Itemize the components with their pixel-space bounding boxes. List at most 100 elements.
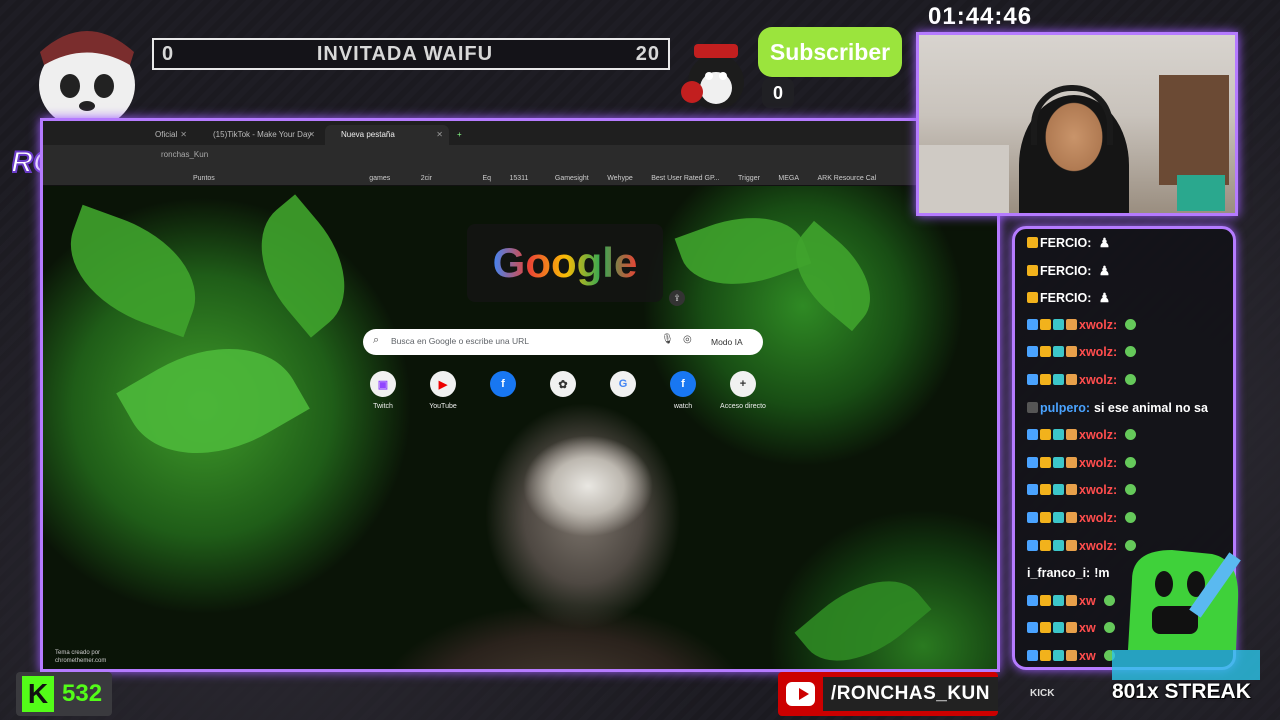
shortcut-facebook[interactable]: f [473,371,533,403]
crown-icon [1027,237,1038,248]
kick-follower-counter: K 532 [16,672,112,716]
chat-username[interactable]: pulpero: [1040,401,1090,415]
frog-emote-icon [1125,484,1137,496]
google-logo: Google [492,239,638,286]
close-icon[interactable]: ✕ [436,125,443,145]
bookmark-item[interactable]: 2cir [421,170,432,185]
youtube-banner: /RONCHAS_KUN [778,672,998,716]
badge-icon [1053,456,1064,468]
share-icon[interactable]: ⇪ [669,290,685,306]
wrench-icon [1027,429,1038,441]
tab-oficial[interactable]: Oficial ✕ [139,125,193,145]
bookmark-item[interactable]: Trigger [738,170,760,185]
bookmark-item[interactable]: Wehype [607,170,633,185]
chat-username[interactable]: xw [1079,594,1096,608]
search-placeholder: Busca en Google o escribe una URL [391,336,529,346]
crown-icon [1027,292,1038,304]
bookmark-item[interactable]: Best User Rated GP... [651,170,719,185]
badge-icon [1053,539,1064,551]
subscriber-goal: Subscriber [758,27,902,77]
bookmark-item[interactable]: 15311 [509,170,528,185]
shortcut-add[interactable]: + Acceso directo [713,371,773,410]
badge-icon [1053,484,1064,496]
bookmark-item[interactable]: MEGA [778,170,799,185]
chat-username[interactable]: FERCIO: [1040,291,1091,305]
camera-lens-icon[interactable]: ◎ [683,334,692,345]
frog-emote-icon [1125,429,1137,441]
add-icon: + [730,371,756,397]
shortcut-translate[interactable]: G [593,371,653,403]
ai-mode-button[interactable]: Modo IA [705,334,749,350]
hand-icon [1066,650,1077,661]
bookmark-item[interactable]: Eq [482,170,491,185]
facebook-icon: f [670,371,696,397]
mascot-icon: ✿ [550,371,576,397]
crown-icon [1040,346,1051,358]
chat-username[interactable]: FERCIO: [1040,264,1091,278]
new-tab-page: Google ⇪ ⌕ Busca en Google o escribe una… [43,186,997,669]
shortcut-twitch[interactable]: ▣ Twitch [353,371,413,410]
bookmarks-bar: Puntos games 2cir Eq 15311 Gamesight Weh… [43,167,997,186]
chat-message: FERCIO: ♟ [1027,235,1110,250]
chat-username[interactable]: xwolz: [1079,373,1117,387]
chat-username[interactable]: xw [1079,649,1096,663]
leaf-decor [116,313,310,489]
chat-username[interactable]: xwolz: [1079,483,1117,497]
theme-credit[interactable]: Tema creado por chromethemer.com [55,649,106,665]
wrench-icon [1027,484,1038,496]
google-logo-box: Google [467,224,663,302]
microphone-icon[interactable]: 🎙 [661,334,674,345]
leaf-decor [674,197,812,305]
crown-icon [1040,512,1051,523]
tab-strip: Oficial ✕ (15)TikTok - Make Your Day ✕ Nue… [43,121,997,145]
chat-username[interactable]: xwolz: [1079,318,1117,332]
stream-clock: 01:44:46 [928,3,1033,30]
bookmark-item[interactable]: games [369,170,390,185]
facebook-icon: f [490,371,516,397]
badge-icon [1053,318,1064,330]
chat-username[interactable]: xwolz: [1079,511,1117,525]
new-tab-button[interactable]: + [453,125,471,145]
chat-message: xwolz: [1027,373,1138,387]
wrench-icon [1027,622,1038,634]
close-icon[interactable]: ✕ [180,125,187,145]
shortcut-watch[interactable]: f watch [653,371,713,410]
chat-message: pulpero: si ese animal no sa [1027,401,1208,415]
twitch-icon: ▣ [370,371,396,397]
bookmark-item[interactable]: Puntos [193,170,215,185]
chat-username[interactable]: xwolz: [1079,428,1117,442]
hand-icon [1066,346,1077,358]
tab-new[interactable]: Nueva pestaña ✕ [325,125,449,145]
chat-message: xw [1027,649,1117,663]
bookmark-item[interactable]: ARK Resource Cal [817,170,876,185]
score-right: 20 [635,42,660,65]
hand-icon [1066,456,1077,468]
shortcut-mascot[interactable]: ✿ [533,371,593,403]
tab-tiktok[interactable]: (15)TikTok - Make Your Day ✕ [197,125,321,145]
bookmark-item[interactable]: Gamesight [555,170,589,185]
leaf-decor [794,555,932,669]
chat-username[interactable]: xwolz: [1079,456,1117,470]
chat-message: xwolz: [1027,345,1138,359]
score-title: INVITADA WAIFU [316,42,494,65]
badge-icon [1053,429,1064,441]
hand-icon [1066,594,1077,606]
shortcut-youtube[interactable]: ▶ YouTube [413,371,473,410]
address-bar[interactable]: ronchas_Kun [43,145,997,167]
chat-username[interactable]: xwolz: [1079,345,1117,359]
close-icon[interactable]: ✕ [308,125,315,145]
search-box[interactable]: ⌕ Busca en Google o escribe una URL 🎙 ◎ … [363,329,763,355]
webcam-feed [916,32,1238,216]
hand-icon [1066,429,1077,441]
wrench-icon [1027,512,1038,523]
badge-icon [1053,622,1064,634]
emote-icon: ♟ [1095,291,1111,306]
chat-message: xwolz: [1027,428,1138,442]
crown-icon [1040,539,1051,551]
score-left: 0 [162,42,175,65]
kick-logo-icon: K [22,676,54,712]
chat-message: xwolz: [1027,318,1138,332]
chat-username[interactable]: FERCIO: [1040,236,1091,250]
chat-username[interactable]: i_franco_i: [1027,566,1090,580]
chat-username[interactable]: xw [1079,621,1096,635]
